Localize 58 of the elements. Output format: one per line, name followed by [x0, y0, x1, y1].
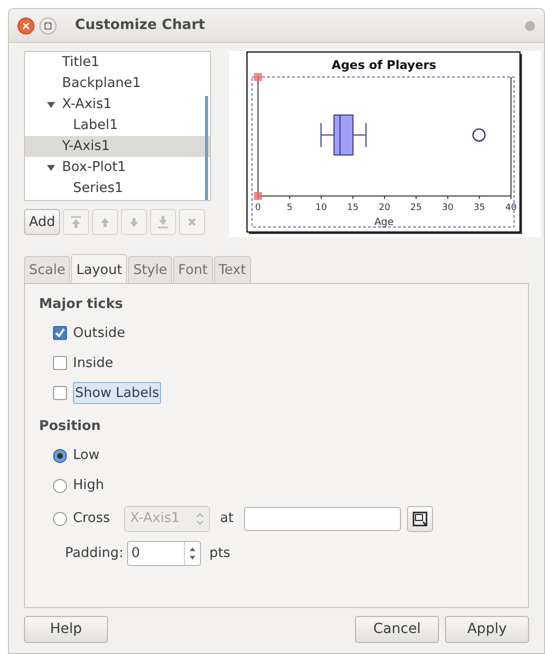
- radio-label[interactable]: High: [73, 475, 104, 496]
- tree-item[interactable]: Series1: [25, 178, 210, 199]
- tick-label: 30: [442, 203, 453, 213]
- tab[interactable]: Layout: [71, 254, 128, 283]
- section-heading: Position: [39, 417, 102, 436]
- tick-label: 0: [254, 203, 260, 213]
- tick-label: 20: [378, 203, 390, 213]
- tree-item[interactable]: Title1: [25, 52, 210, 73]
- tree-item[interactable]: X-Axis1: [25, 94, 210, 115]
- tree-item[interactable]: Label1: [25, 115, 210, 136]
- tick-label: 10: [315, 203, 326, 213]
- tab[interactable]: Style: [128, 256, 172, 283]
- close-icon[interactable]: [17, 16, 35, 34]
- help-button[interactable]: Help: [24, 616, 108, 643]
- tree-item[interactable]: Backplane1: [25, 73, 210, 94]
- expanded-triangle-icon[interactable]: [47, 164, 55, 172]
- window-menu-icon[interactable]: [524, 20, 536, 32]
- tab[interactable]: Font: [173, 256, 213, 283]
- radio-label[interactable]: Low: [73, 445, 100, 466]
- checkbox[interactable]: [53, 326, 67, 340]
- padding-label: Padding:: [65, 544, 124, 564]
- apply-button[interactable]: Apply: [445, 616, 529, 643]
- checkbox-label[interactable]: Outside: [73, 323, 126, 344]
- spin-arrows-icon: [196, 512, 204, 526]
- tick-label: 15: [346, 203, 358, 213]
- checkbox[interactable]: [53, 356, 67, 370]
- tree-item[interactable]: Box-Plot1: [25, 157, 210, 178]
- expanded-triangle-icon[interactable]: [47, 100, 55, 108]
- tick-label: 5: [286, 203, 292, 213]
- radio-button[interactable]: [53, 512, 67, 526]
- radio-button[interactable]: [53, 448, 67, 462]
- axis-label: Age: [374, 217, 394, 228]
- at-label: at: [220, 509, 234, 528]
- window-title: Customize Chart: [75, 16, 206, 35]
- pick-icon: [412, 510, 428, 526]
- unit-label: pts: [209, 544, 230, 564]
- move-to-bottom-icon: [156, 215, 170, 229]
- chart-title: Ages of Players: [331, 58, 436, 72]
- checkbox[interactable]: [53, 386, 67, 400]
- add-button[interactable]: Add: [24, 209, 60, 235]
- checkbox-label[interactable]: Show Labels: [73, 382, 162, 404]
- radio-button[interactable]: [53, 478, 67, 492]
- section-heading: Major ticks: [39, 295, 124, 314]
- radio-label[interactable]: Cross: [73, 508, 110, 529]
- tick-label: 25: [410, 203, 422, 213]
- tab[interactable]: Text: [214, 256, 251, 283]
- tab[interactable]: Scale: [24, 256, 70, 283]
- move-to-top-icon: [69, 215, 84, 229]
- tree-item[interactable]: Y-Axis1: [25, 136, 210, 157]
- cancel-button[interactable]: Cancel: [355, 616, 439, 643]
- tick-label: 40: [504, 203, 516, 213]
- scrollbar[interactable]: [205, 96, 208, 200]
- tick-label: 35: [473, 203, 485, 213]
- value-field[interactable]: [244, 506, 401, 530]
- checkbox-label[interactable]: Inside: [73, 353, 114, 374]
- pick-button[interactable]: [406, 506, 433, 532]
- padding-spinner[interactable]: 0: [127, 541, 202, 566]
- maximize-icon[interactable]: [39, 16, 57, 34]
